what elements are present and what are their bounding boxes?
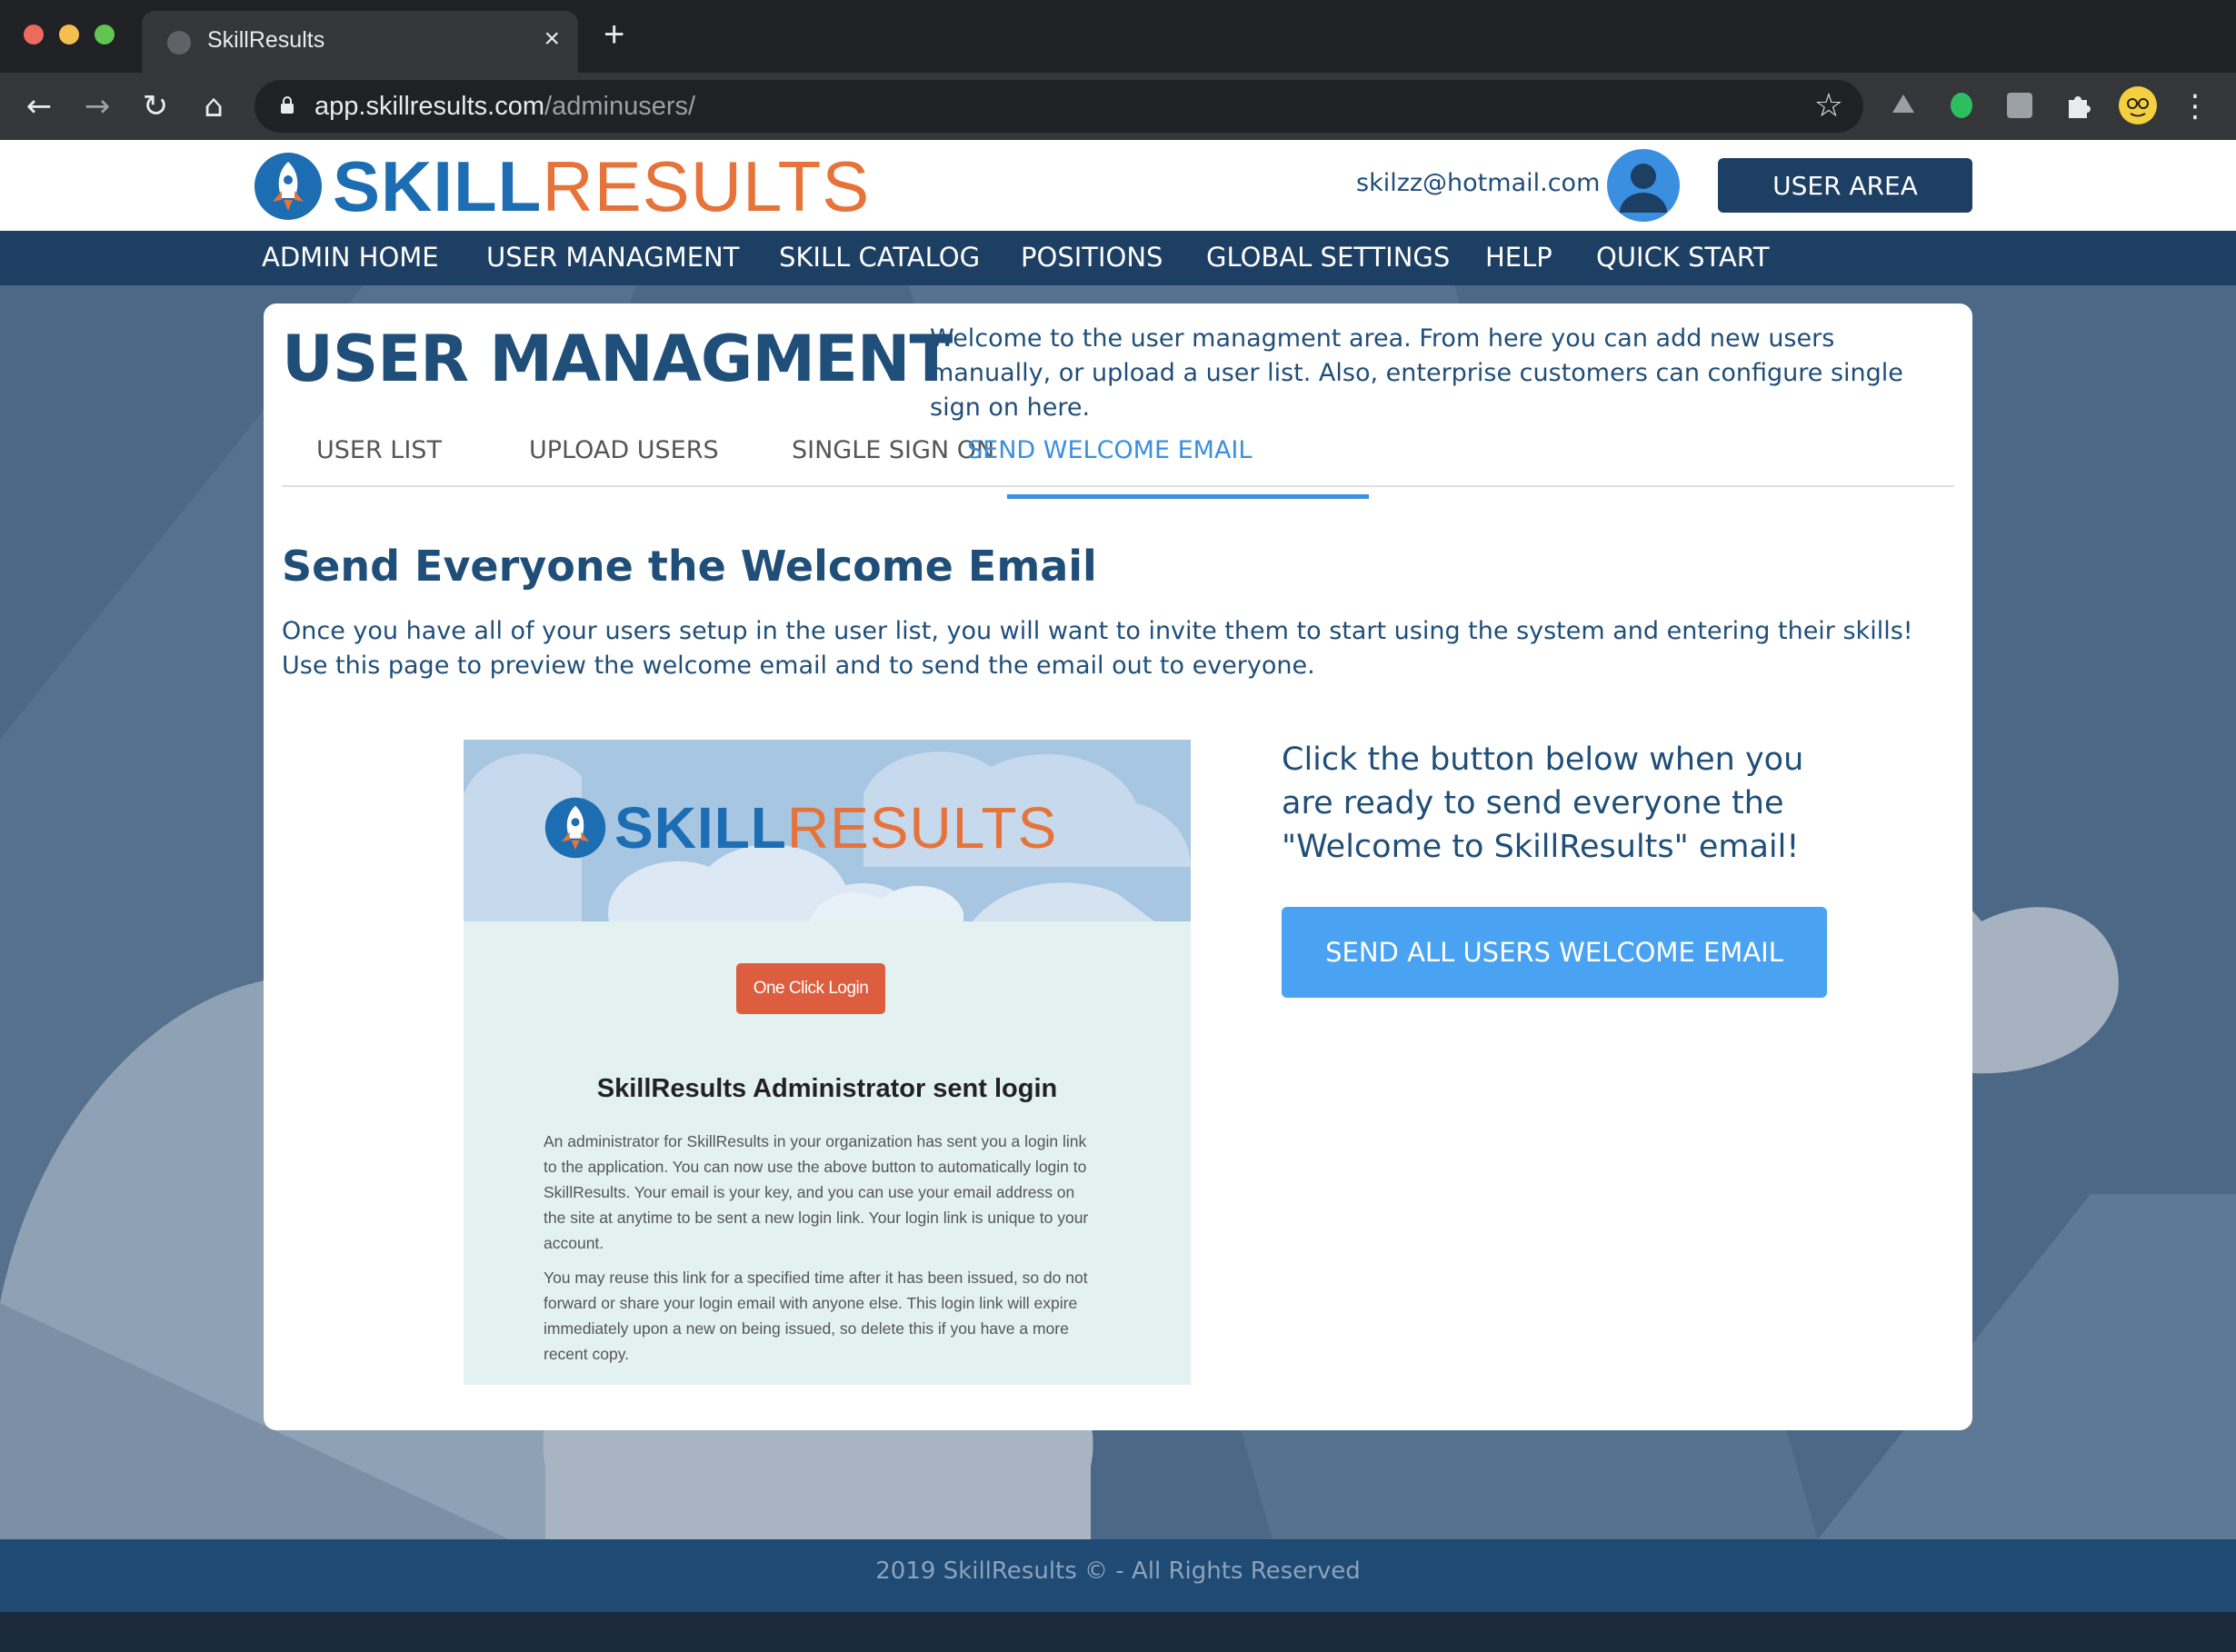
puzzle-extensions-icon[interactable] <box>2061 89 2094 122</box>
tab-upload-users[interactable]: UPLOAD USERS <box>529 436 719 464</box>
rocket-logo-icon <box>255 153 322 220</box>
bookmark-star-icon[interactable]: ☆ <box>1814 87 1843 124</box>
nav-admin-home[interactable]: ADMIN HOME <box>262 242 439 273</box>
tab-single-sign-on[interactable]: SINGLE SIGN ON <box>792 436 994 464</box>
content-card: USER MANAGMENT Welcome to the user manag… <box>264 304 1972 1430</box>
main-nav: ADMIN HOME USER MANAGMENT SKILL CATALOG … <box>0 231 2236 285</box>
nav-user-managment[interactable]: USER MANAGMENT <box>486 242 739 273</box>
tab-user-list[interactable]: USER LIST <box>316 436 442 464</box>
tab-send-welcome-email[interactable]: SEND WELCOME EMAIL <box>967 436 1252 464</box>
google-drive-icon[interactable] <box>1887 89 1920 122</box>
preview-banner: SKILLRESULTS <box>464 740 1191 921</box>
globe-icon <box>167 31 191 55</box>
skillresults-logo[interactable]: SKILLRESULTS <box>253 145 871 226</box>
bottom-bar <box>0 1612 2236 1652</box>
home-icon[interactable]: ⌂ <box>193 85 235 127</box>
window-minimize-button[interactable] <box>59 25 79 45</box>
window-close-button[interactable] <box>24 25 44 45</box>
preview-logo-results-text: RESULTS <box>786 795 1058 861</box>
nav-skill-catalog[interactable]: SKILL CATALOG <box>779 242 980 273</box>
url-text: app.skillresults.com/adminusers/ <box>314 92 696 121</box>
logo-results-text: RESULTS <box>542 145 871 226</box>
user-email: skilzz@hotmail.com <box>1356 169 1601 197</box>
page-intro: Welcome to the user managment area. From… <box>930 324 1903 422</box>
rocket-logo-icon <box>544 797 606 859</box>
section-title: Send Everyone the Welcome Email <box>282 542 1097 591</box>
logo-skill-text: SKILL <box>333 145 543 226</box>
page-title: USER MANAGMENT <box>282 322 953 396</box>
browser-toolbar: ← → ↻ ⌂ app.skillresults.com/adminusers/… <box>0 73 2236 140</box>
copyright-text: 2019 SkillResults © - All Rights Reserve… <box>875 1557 1361 1585</box>
welcome-email-preview: SKILLRESULTS One Click Login SkillResult… <box>464 740 1191 1385</box>
nav-positions[interactable]: POSITIONS <box>1021 242 1163 273</box>
active-tab-indicator <box>1007 494 1369 499</box>
new-tab-button[interactable]: + <box>604 16 624 53</box>
user-avatar-icon[interactable] <box>1607 149 1680 222</box>
nav-global-settings[interactable]: GLOBAL SETTINGS <box>1206 242 1450 273</box>
site-header: SKILLRESULTS skilzz@hotmail.com USER ARE… <box>0 140 2236 231</box>
nav-quick-start[interactable]: QUICK START <box>1596 242 1770 273</box>
address-bar[interactable]: app.skillresults.com/adminusers/ ☆ <box>255 80 1863 133</box>
tab-close-icon[interactable]: × <box>544 24 560 55</box>
browser-tab-title: SkillResults <box>207 27 325 53</box>
browser-tab[interactable]: SkillResults × <box>142 11 578 73</box>
user-area-button[interactable]: USER AREA <box>1718 158 1972 213</box>
evernote-icon[interactable] <box>1945 89 1978 122</box>
profile-avatar-icon[interactable] <box>2118 85 2158 125</box>
footer: 2019 SkillResults © - All Rights Reserve… <box>0 1539 2236 1612</box>
extension-icon[interactable] <box>2003 89 2036 122</box>
tab-bar: USER LIST UPLOAD USERS SINGLE SIGN ON SE… <box>282 418 1954 487</box>
reload-icon[interactable]: ↻ <box>135 85 176 127</box>
send-instructions: Click the button below when you are read… <box>1282 741 1804 865</box>
browser-tab-strip: SkillResults × + <box>0 0 2236 73</box>
window-zoom-button[interactable] <box>95 25 115 45</box>
back-arrow-icon[interactable]: ← <box>18 85 60 127</box>
one-click-login-button: One Click Login <box>736 963 885 1014</box>
section-body: Once you have all of your users setup in… <box>282 617 1913 680</box>
send-all-users-welcome-email-button[interactable]: SEND ALL USERS WELCOME EMAIL <box>1282 907 1827 998</box>
forward-arrow-icon[interactable]: → <box>76 85 118 127</box>
lock-icon <box>281 96 294 114</box>
preview-logo: SKILLRESULTS <box>544 794 1057 861</box>
nav-help[interactable]: HELP <box>1485 242 1552 273</box>
preview-logo-skill-text: SKILL <box>614 795 787 861</box>
browser-menu-icon[interactable]: ⋮ <box>2174 85 2216 127</box>
preview-paragraph-1: An administrator for SkillResults in you… <box>544 1132 1089 1252</box>
preview-heading: SkillResults Administrator sent login <box>596 1074 1058 1103</box>
preview-paragraph-2: You may reuse this link for a specified … <box>544 1269 1088 1363</box>
